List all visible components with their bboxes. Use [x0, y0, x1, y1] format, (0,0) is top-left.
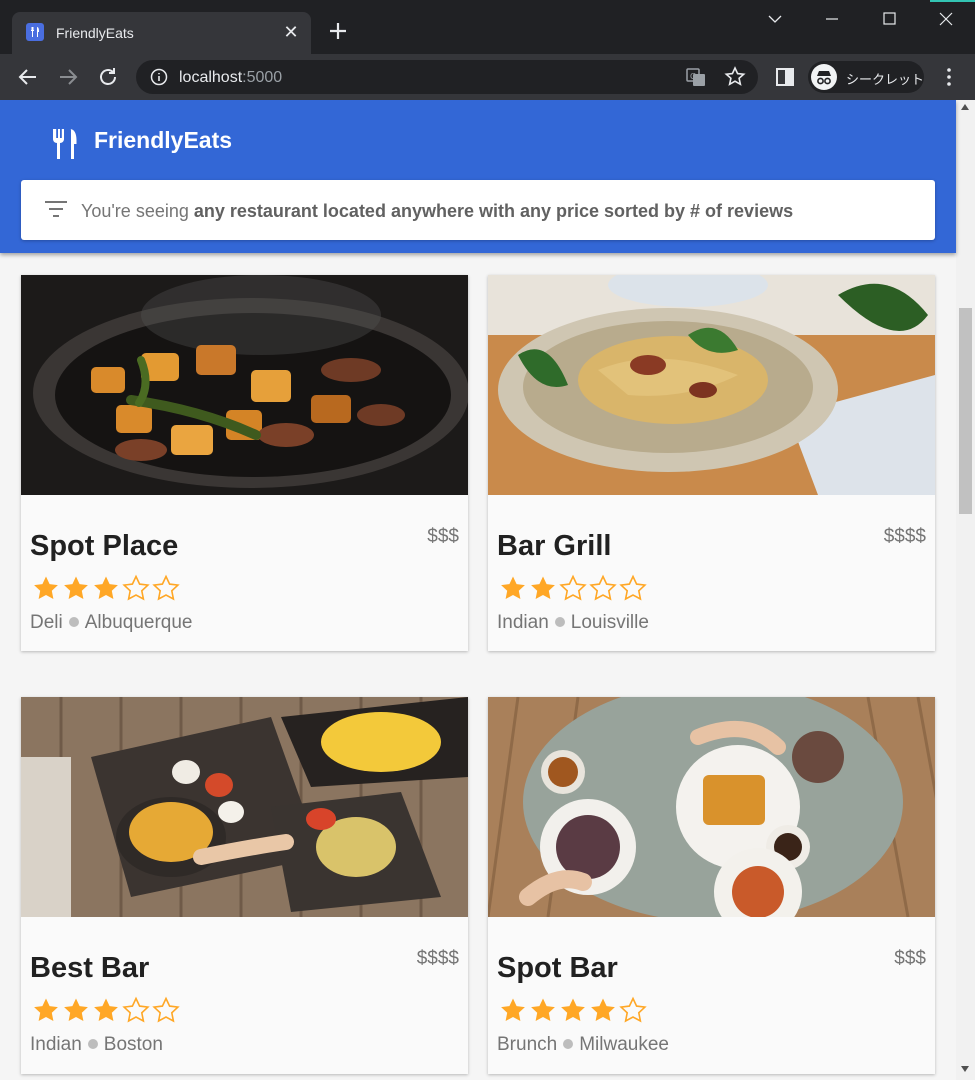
- restaurant-city: Boston: [103, 1034, 163, 1055]
- restaurant-price: $$$$: [416, 948, 459, 969]
- restaurant-price: $$$: [894, 948, 926, 969]
- page-scrollbar[interactable]: [956, 100, 975, 1080]
- star-outline-icon: [589, 574, 617, 601]
- back-arrow-icon[interactable]: [16, 65, 40, 89]
- restaurant-price: $$$$: [883, 526, 926, 547]
- side-panel-icon[interactable]: [773, 65, 797, 89]
- window-close-icon[interactable]: [918, 0, 975, 36]
- app-header: FriendlyEats You're seeing any restauran…: [0, 100, 956, 253]
- restaurant-meta: Indian Louisville: [497, 612, 649, 634]
- star-filled-icon: [501, 998, 525, 1021]
- url-text: localhost:5000: [179, 69, 283, 86]
- restaurant-photo: [21, 697, 468, 917]
- rating-stars: [498, 574, 648, 604]
- restaurant-card[interactable]: Best Bar $$$$ Indian Boston: [21, 697, 468, 1074]
- scroll-down-arrow-icon[interactable]: [961, 1066, 969, 1072]
- fork-knife-icon: [26, 23, 44, 41]
- separator-dot: [68, 617, 79, 627]
- restaurant-grid: Spot Place $$$ Deli Albuquerque Bar Gril…: [0, 253, 956, 1080]
- restaurant-price: $$$: [427, 526, 459, 547]
- star-outline-icon: [152, 574, 180, 601]
- star-filled-icon: [591, 998, 615, 1021]
- filter-summary-text: You're seeing any restaurant located any…: [81, 201, 794, 221]
- reload-icon[interactable]: [96, 65, 120, 89]
- site-info-icon[interactable]: [150, 68, 168, 91]
- restaurant-photo: [21, 275, 468, 495]
- restaurant-city: Albuquerque: [84, 612, 193, 633]
- window-accent-line: [930, 0, 975, 2]
- translate-icon[interactable]: G: [684, 65, 708, 89]
- star-outline-icon: [619, 996, 647, 1023]
- browser-toolbar: localhost:5000 G シークレット: [0, 54, 975, 100]
- star-filled-icon: [501, 576, 525, 599]
- restaurant-category: Indian: [497, 612, 549, 633]
- bookmark-star-icon[interactable]: [723, 65, 747, 89]
- incognito-label: シークレット: [846, 72, 925, 87]
- restaurant-city: Milwaukee: [579, 1034, 669, 1055]
- star-outline-icon: [122, 996, 150, 1023]
- star-filled-icon: [531, 998, 555, 1021]
- restaurant-category: Brunch: [497, 1034, 558, 1055]
- browser-tab[interactable]: FriendlyEats ✕: [12, 12, 311, 54]
- star-filled-icon: [64, 576, 88, 599]
- app-title: FriendlyEats: [94, 127, 233, 153]
- restaurant-card[interactable]: Spot Place $$$ Deli Albuquerque: [21, 275, 468, 651]
- star-filled-icon: [34, 998, 58, 1021]
- forward-arrow-icon[interactable]: [56, 65, 80, 89]
- restaurant-name[interactable]: Best Bar: [30, 952, 149, 985]
- browser-menu-icon[interactable]: [937, 65, 961, 89]
- restaurant-card[interactable]: Bar Grill $$$$ Indian Louisville: [488, 275, 935, 651]
- separator-dot: [87, 1039, 98, 1049]
- star-outline-icon: [152, 996, 180, 1023]
- restaurant-icon: [50, 128, 80, 165]
- star-filled-icon: [94, 576, 118, 599]
- restaurant-card[interactable]: Spot Bar $$$ Brunch Milwaukee: [488, 697, 935, 1074]
- restaurant-photo: [488, 275, 935, 495]
- separator-dot: [554, 617, 565, 627]
- rating-stars: [31, 574, 181, 604]
- star-filled-icon: [561, 998, 585, 1021]
- star-filled-icon: [64, 998, 88, 1021]
- tab-search-chevron-icon[interactable]: [747, 0, 804, 36]
- star-outline-icon: [559, 574, 587, 601]
- separator-dot: [563, 1039, 574, 1049]
- scroll-thumb[interactable]: [959, 308, 972, 514]
- star-filled-icon: [531, 576, 555, 599]
- restaurant-name[interactable]: Spot Place: [30, 530, 178, 563]
- browser-tabstrip: FriendlyEats ✕: [0, 0, 975, 54]
- rating-stars: [498, 996, 648, 1026]
- restaurant-photo: [488, 697, 935, 917]
- maximize-icon[interactable]: [861, 0, 918, 36]
- restaurant-city: Louisville: [570, 612, 649, 633]
- incognito-indicator[interactable]: シークレット: [808, 61, 924, 93]
- tab-title: FriendlyEats: [56, 25, 134, 41]
- new-tab-icon[interactable]: [327, 20, 349, 42]
- restaurant-name[interactable]: Bar Grill: [497, 530, 611, 563]
- filter-list-icon: [44, 199, 68, 224]
- restaurant-meta: Deli Albuquerque: [30, 612, 193, 634]
- svg-text:G: G: [690, 72, 696, 81]
- star-outline-icon: [122, 574, 150, 601]
- minimize-icon[interactable]: [804, 0, 861, 36]
- rating-stars: [31, 996, 181, 1026]
- tab-close-icon[interactable]: ✕: [282, 23, 300, 41]
- incognito-icon: [811, 64, 837, 90]
- star-outline-icon: [619, 574, 647, 601]
- restaurant-meta: Indian Boston: [30, 1034, 163, 1056]
- page-viewport: FriendlyEats You're seeing any restauran…: [0, 100, 975, 1080]
- address-bar[interactable]: localhost:5000 G: [136, 60, 758, 94]
- filter-summary-bar[interactable]: You're seeing any restaurant located any…: [21, 180, 935, 240]
- restaurant-meta: Brunch Milwaukee: [497, 1034, 669, 1056]
- restaurant-category: Deli: [30, 612, 63, 633]
- star-filled-icon: [34, 576, 58, 599]
- restaurant-name[interactable]: Spot Bar: [497, 952, 618, 985]
- scroll-up-arrow-icon[interactable]: [961, 104, 969, 110]
- star-filled-icon: [94, 998, 118, 1021]
- filter-criteria: any restaurant located anywhere with any…: [193, 201, 794, 221]
- restaurant-category: Indian: [30, 1034, 82, 1055]
